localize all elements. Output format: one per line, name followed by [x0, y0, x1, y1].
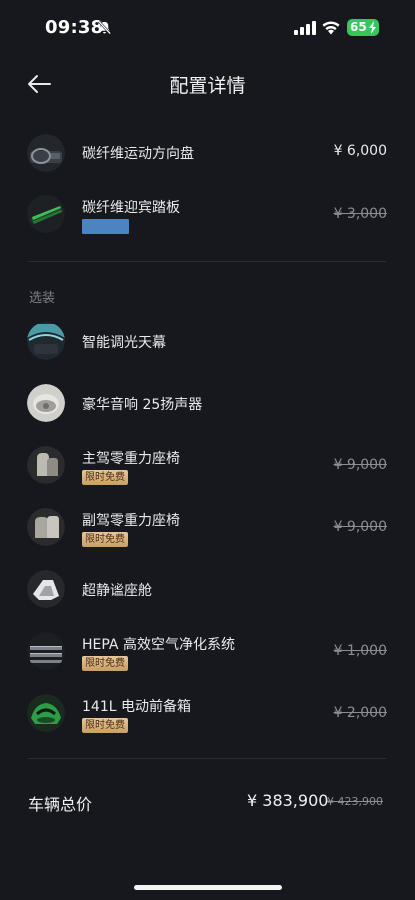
item-name: 主驾零重力座椅 [82, 451, 180, 467]
item-price: ¥ 6,000 [333, 143, 387, 159]
item-original-price: ¥ 1,000 [333, 643, 387, 659]
total-price: ¥ 383,900 [247, 791, 329, 810]
page-title: 配置详情 [169, 75, 246, 97]
battery-indicator: 65 [347, 19, 379, 36]
item-original-price: ¥ 9,000 [333, 519, 387, 535]
item-original-price: ¥ 9,000 [333, 457, 387, 473]
item-thumbnail [27, 384, 65, 422]
item-thumbnail [27, 322, 65, 360]
item-thumbnail [27, 134, 65, 172]
total-label: 车辆总价 [28, 795, 93, 814]
item-name: 碳纤维迎宾踏板 [82, 200, 180, 216]
divider [28, 758, 386, 759]
list-item: 主驾零重力座椅 限时免费 ¥ 9,000 [0, 435, 415, 495]
item-original-price: ¥ 3,000 [333, 206, 387, 222]
item-thumbnail [27, 570, 65, 608]
status-bar: 09:38 65 [0, 0, 415, 56]
bell-off-icon [97, 20, 112, 35]
item-name: 超静谧座舱 [82, 583, 152, 599]
list-item: 豪华音响 25扬声器 [0, 373, 415, 433]
list-item: 副驾零重力座椅 限时免费 ¥ 9,000 [0, 497, 415, 557]
total-original-price: ¥ 423,900 [327, 795, 383, 808]
list-item: 碳纤维运动方向盘 ¥ 6,000 [0, 123, 415, 183]
item-original-price: ¥ 2,000 [333, 705, 387, 721]
section-label-optional: 选装 [29, 291, 56, 306]
color-tag [82, 219, 129, 234]
battery-level: 65 [350, 20, 367, 34]
item-name: 智能调光天幕 [82, 335, 166, 351]
status-time: 09:38 [45, 17, 104, 38]
free-badge: 限时免费 [82, 656, 128, 671]
item-name: 副驾零重力座椅 [82, 513, 180, 529]
list-item: HEPA 高效空气净化系统 限时免费 ¥ 1,000 [0, 621, 415, 681]
wifi-icon [322, 21, 340, 35]
list-item: 碳纤维迎宾踏板 ¥ 3,000 [0, 184, 415, 244]
list-item: 超静谧座舱 [0, 559, 415, 619]
divider [28, 261, 386, 262]
free-badge: 限时免费 [82, 718, 128, 733]
free-badge: 限时免费 [82, 532, 128, 547]
item-thumbnail [27, 508, 65, 546]
item-name: HEPA 高效空气净化系统 [82, 637, 235, 653]
home-indicator[interactable] [134, 885, 282, 890]
item-name: 141L 电动前备箱 [82, 699, 191, 715]
list-item: 智能调光天幕 [0, 311, 415, 371]
free-badge: 限时免费 [82, 470, 128, 485]
item-thumbnail [27, 446, 65, 484]
item-thumbnail [27, 195, 65, 233]
charging-bolt-icon [369, 21, 376, 34]
item-thumbnail [27, 694, 65, 732]
cellular-signal-icon [294, 21, 316, 35]
item-thumbnail [27, 632, 65, 670]
item-name: 豪华音响 25扬声器 [82, 397, 203, 413]
item-name: 碳纤维运动方向盘 [82, 146, 194, 162]
list-item: 141L 电动前备箱 限时免费 ¥ 2,000 [0, 683, 415, 743]
